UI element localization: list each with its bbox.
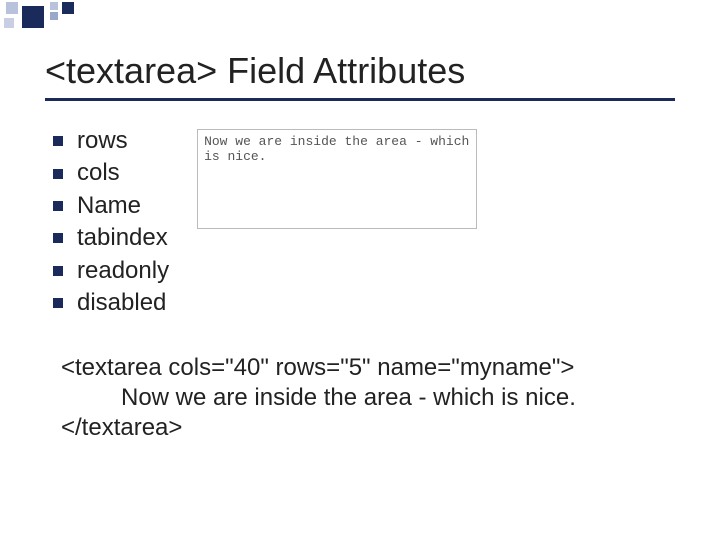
list-item: disabled <box>53 287 169 319</box>
list-item: Name <box>53 190 169 222</box>
list-item-label: disabled <box>77 287 166 319</box>
bullet-icon <box>53 201 63 211</box>
slide-content: <textarea> Field Attributes rows cols Na… <box>0 0 720 443</box>
list-item-label: tabindex <box>77 222 168 254</box>
bullet-icon <box>53 266 63 276</box>
bullet-icon <box>53 136 63 146</box>
code-example: <textarea cols="40" rows="5" name="mynam… <box>45 353 675 443</box>
code-line-open: <textarea cols="40" rows="5" name="mynam… <box>61 353 675 383</box>
list-item-label: rows <box>77 125 128 157</box>
list-item: rows <box>53 125 169 157</box>
example-textarea[interactable] <box>197 129 477 229</box>
list-item: cols <box>53 157 169 189</box>
bullet-icon <box>53 298 63 308</box>
bullet-icon <box>53 233 63 243</box>
content-row: rows cols Name tabindex readonly disable… <box>45 125 675 319</box>
attribute-list: rows cols Name tabindex readonly disable… <box>45 125 169 319</box>
code-line-close: </textarea> <box>61 413 675 443</box>
code-line-inner: Now we are inside the area - which is ni… <box>61 383 675 413</box>
list-item: tabindex <box>53 222 169 254</box>
bullet-icon <box>53 169 63 179</box>
list-item-label: cols <box>77 157 120 189</box>
list-item-label: Name <box>77 190 141 222</box>
textarea-preview <box>197 129 477 234</box>
list-item: readonly <box>53 255 169 287</box>
slide-title: <textarea> Field Attributes <box>45 50 675 101</box>
list-item-label: readonly <box>77 255 169 287</box>
